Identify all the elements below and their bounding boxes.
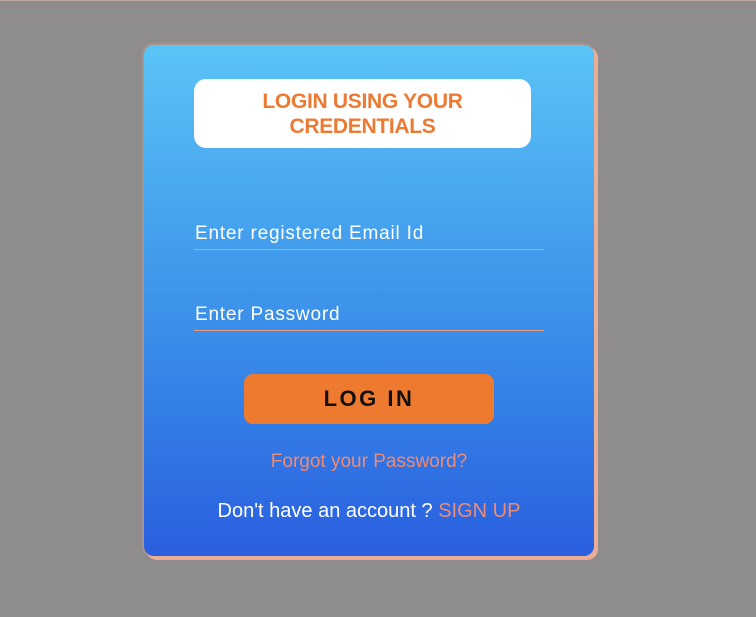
signup-row: Don't have an account ? SIGN UP bbox=[144, 500, 594, 523]
title-box: LOGIN USING YOUR CREDENTIALS bbox=[194, 79, 531, 148]
login-button[interactable]: LOG IN bbox=[244, 374, 494, 424]
signup-prompt: Don't have an account ? bbox=[217, 500, 433, 522]
password-field-container bbox=[194, 300, 544, 331]
login-title: LOGIN USING YOUR CREDENTIALS bbox=[262, 89, 463, 138]
signup-link[interactable]: SIGN UP bbox=[438, 500, 520, 522]
password-input[interactable] bbox=[194, 300, 544, 330]
email-field-container bbox=[194, 219, 544, 250]
email-input[interactable] bbox=[194, 219, 544, 249]
forgot-password-link[interactable]: Forgot your Password? bbox=[144, 451, 594, 473]
login-card: LOGIN USING YOUR CREDENTIALS LOG IN Forg… bbox=[144, 45, 594, 556]
top-border bbox=[0, 0, 756, 1]
